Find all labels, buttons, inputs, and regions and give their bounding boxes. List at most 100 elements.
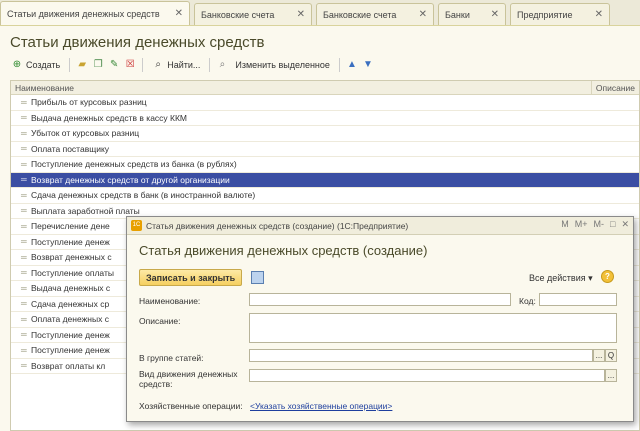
code-label: Код: bbox=[519, 296, 536, 306]
dialog-heading: Статья движения денежных средств (создан… bbox=[139, 243, 428, 258]
item-icon: ═ bbox=[21, 345, 27, 355]
create-button[interactable]: ⊕ Создать bbox=[8, 58, 63, 72]
tab-cash-flow-items[interactable]: Статьи движения денежных средств ✕ bbox=[0, 1, 190, 25]
row-name: Возврат денежных средств от другой орган… bbox=[31, 174, 230, 185]
find-label: Найти... bbox=[167, 60, 201, 70]
table-row[interactable]: ═ Прибыль от курсовых разниц bbox=[11, 95, 639, 111]
move-down-icon[interactable]: ▼ bbox=[362, 59, 374, 71]
tab-bank-accounts-2[interactable]: Банковские счета ✕ bbox=[316, 3, 434, 25]
change-selected-button[interactable]: Изменить выделенное bbox=[232, 59, 333, 71]
description-field[interactable] bbox=[249, 313, 617, 343]
item-icon: ═ bbox=[21, 190, 27, 200]
group-field[interactable] bbox=[249, 349, 593, 362]
item-icon: ═ bbox=[21, 206, 27, 216]
memory-plus-icon[interactable]: M+ bbox=[575, 219, 588, 230]
tab-label: Статьи движения денежных средств bbox=[7, 8, 160, 19]
tab-bar: Статьи движения денежных средств ✕ Банко… bbox=[0, 0, 640, 26]
search-icon: ⌕ bbox=[155, 59, 161, 70]
close-icon[interactable]: ✕ bbox=[621, 219, 629, 230]
toolbar: ⊕ Создать ▰ ❐ ✎ ☒ ⌕ Найти... ⌕ Изменить … bbox=[8, 56, 374, 74]
close-icon[interactable]: ✕ bbox=[595, 9, 603, 20]
item-icon: ═ bbox=[21, 252, 27, 262]
item-icon: ═ bbox=[21, 97, 27, 107]
movement-type-label: Вид движения денежных средств: bbox=[139, 369, 238, 389]
cancel-search-icon[interactable]: ⌕ bbox=[216, 59, 228, 71]
edit-icon[interactable]: ✎ bbox=[108, 59, 120, 71]
find-button[interactable]: ⌕ Найти... bbox=[149, 58, 203, 72]
tab-label: Банковские счета bbox=[323, 9, 397, 20]
item-icon: ═ bbox=[21, 299, 27, 309]
page-title: Статьи движения денежных средств bbox=[10, 34, 265, 51]
row-name: Прибыль от курсовых разниц bbox=[31, 97, 147, 108]
all-actions-menu[interactable]: Все действия ▾ bbox=[529, 273, 593, 284]
toolbar-separator bbox=[338, 58, 340, 72]
item-icon: ═ bbox=[21, 330, 27, 340]
add-folder-icon[interactable]: ▰ bbox=[76, 59, 88, 71]
name-field[interactable] bbox=[249, 293, 511, 306]
change-selected-label: Изменить выделенное bbox=[235, 60, 330, 70]
item-icon: ═ bbox=[21, 221, 27, 231]
toolbar-separator bbox=[142, 58, 144, 72]
tab-label: Банки bbox=[445, 9, 470, 20]
item-icon: ═ bbox=[21, 237, 27, 247]
code-field[interactable] bbox=[539, 293, 617, 306]
table-row[interactable]: ═ Выдача денежных средств в кассу ККМ bbox=[11, 111, 639, 126]
table-row[interactable]: ═ Оплата поставщику bbox=[11, 142, 639, 157]
close-icon[interactable]: ✕ bbox=[491, 9, 499, 20]
specify-operations-link[interactable]: <Указать хозяйственные операции> bbox=[250, 401, 392, 411]
table-row[interactable]: ═ Убыток от курсовых разниц bbox=[11, 126, 639, 142]
item-icon: ═ bbox=[21, 268, 27, 278]
tab-banks[interactable]: Банки ✕ bbox=[438, 3, 506, 25]
item-icon: ═ bbox=[21, 175, 27, 185]
close-icon[interactable]: ✕ bbox=[175, 8, 183, 19]
move-up-icon[interactable]: ▲ bbox=[346, 59, 358, 71]
item-icon: ═ bbox=[21, 361, 27, 371]
toolbar-separator bbox=[69, 58, 71, 72]
movement-type-field[interactable] bbox=[249, 369, 605, 382]
help-icon[interactable]: ? bbox=[601, 270, 614, 283]
group-select-button[interactable]: ... bbox=[593, 349, 605, 362]
description-label: Описание: bbox=[139, 316, 181, 326]
dialog-window-title: Статья движения денежных средств (создан… bbox=[146, 220, 409, 231]
movement-type-select-button[interactable]: ... bbox=[605, 369, 617, 382]
create-label: Создать bbox=[26, 60, 61, 70]
column-header-name[interactable]: Наименование bbox=[11, 81, 592, 94]
save-and-close-button[interactable]: Записать и закрыть bbox=[139, 269, 243, 286]
search-icon[interactable]: Q bbox=[605, 349, 617, 362]
item-icon: ═ bbox=[21, 128, 27, 138]
table-row[interactable]: ═ Возврат денежных средств от другой орга… bbox=[11, 172, 639, 188]
dialog-titlebar: 1C Статья движения денежных средств (соз… bbox=[127, 217, 633, 235]
row-name: Оплата поставщику bbox=[31, 143, 110, 154]
tab-bank-accounts-1[interactable]: Банковские счета ✕ bbox=[194, 3, 312, 25]
close-icon[interactable]: ✕ bbox=[419, 9, 427, 20]
tab-enterprise[interactable]: Предприятие ✕ bbox=[510, 3, 610, 25]
delete-mark-icon[interactable]: ☒ bbox=[124, 59, 136, 71]
row-name: Выдача денежных средств в кассу ККМ bbox=[31, 112, 188, 123]
business-operations-label: Хозяйственные операции: bbox=[139, 401, 243, 411]
toolbar-separator bbox=[209, 58, 211, 72]
close-icon[interactable]: ✕ bbox=[297, 9, 305, 20]
row-name: Выплата заработной платы bbox=[31, 205, 140, 216]
row-name: Сдача денежных средств в банк (в иностра… bbox=[31, 190, 256, 201]
column-header-description[interactable]: Описание bbox=[592, 81, 639, 94]
save-icon[interactable] bbox=[251, 271, 264, 284]
item-icon: ═ bbox=[21, 113, 27, 123]
item-icon: ═ bbox=[21, 314, 27, 324]
maximize-icon[interactable]: □ bbox=[610, 219, 615, 230]
app-logo-icon: 1C bbox=[131, 220, 142, 231]
table-row[interactable]: ═ Сдача денежных средств в банк (в иностр… bbox=[11, 188, 639, 204]
item-icon: ═ bbox=[21, 283, 27, 293]
name-label: Наименование: bbox=[139, 296, 201, 306]
create-item-dialog: 1C Статья движения денежных средств (соз… bbox=[126, 216, 634, 422]
table-header: Наименование Описание bbox=[11, 81, 639, 95]
row-name: Убыток от курсовых разниц bbox=[31, 128, 140, 139]
window-controls: M M+ M- □ ✕ bbox=[561, 219, 629, 230]
memory-minus-icon[interactable]: M- bbox=[594, 219, 605, 230]
table-row[interactable]: ═ Поступление денежных средств из банка (… bbox=[11, 157, 639, 173]
tab-label: Предприятие bbox=[517, 9, 573, 20]
item-icon: ═ bbox=[21, 159, 27, 169]
item-icon: ═ bbox=[21, 144, 27, 154]
row-name: Поступление денежных средств из банка (в… bbox=[31, 159, 237, 170]
copy-icon[interactable]: ❐ bbox=[92, 59, 104, 71]
memory-icon[interactable]: M bbox=[561, 219, 569, 230]
